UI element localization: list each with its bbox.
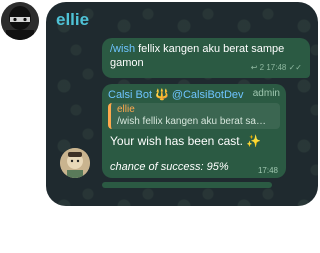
user-avatar[interactable] bbox=[1, 2, 39, 40]
message-card: ellie /wish fellix kangen aku berat samp… bbox=[46, 2, 318, 206]
incoming-message[interactable]: Calsi Bot 🔱 @CalsiBotDev admin ellie /wi… bbox=[102, 84, 286, 178]
outgoing-message[interactable]: /wish fellix kangen aku berat sampe gamo… bbox=[102, 38, 310, 78]
outgoing-meta: ↩ 2 17:48 ✓✓ bbox=[250, 63, 302, 72]
bot-avatar[interactable] bbox=[60, 148, 90, 178]
chat-title: ellie bbox=[56, 10, 90, 29]
reply-quote[interactable]: ellie /wish fellix kangen aku berat samp… bbox=[108, 103, 280, 129]
wish-result: Your wish has been cast. ✨ bbox=[110, 134, 261, 148]
sparkles-icon: ✨ bbox=[246, 134, 262, 148]
next-message-edge bbox=[102, 182, 272, 188]
wish-command-link[interactable]: /wish bbox=[110, 43, 135, 55]
admin-badge: admin bbox=[252, 88, 280, 99]
reply-quote-name: ellie bbox=[117, 104, 135, 115]
reply-quote-text: /wish fellix kangen aku berat samp... bbox=[117, 116, 274, 127]
wish-result-text: Your wish has been cast. bbox=[110, 134, 243, 148]
chance-text: chance of success: 95% bbox=[110, 161, 229, 173]
incoming-time: 17:48 bbox=[257, 166, 278, 175]
sender-name[interactable]: Calsi Bot 🔱 @CalsiBotDev bbox=[108, 89, 244, 101]
sender-row: Calsi Bot 🔱 @CalsiBotDev admin bbox=[108, 88, 280, 102]
